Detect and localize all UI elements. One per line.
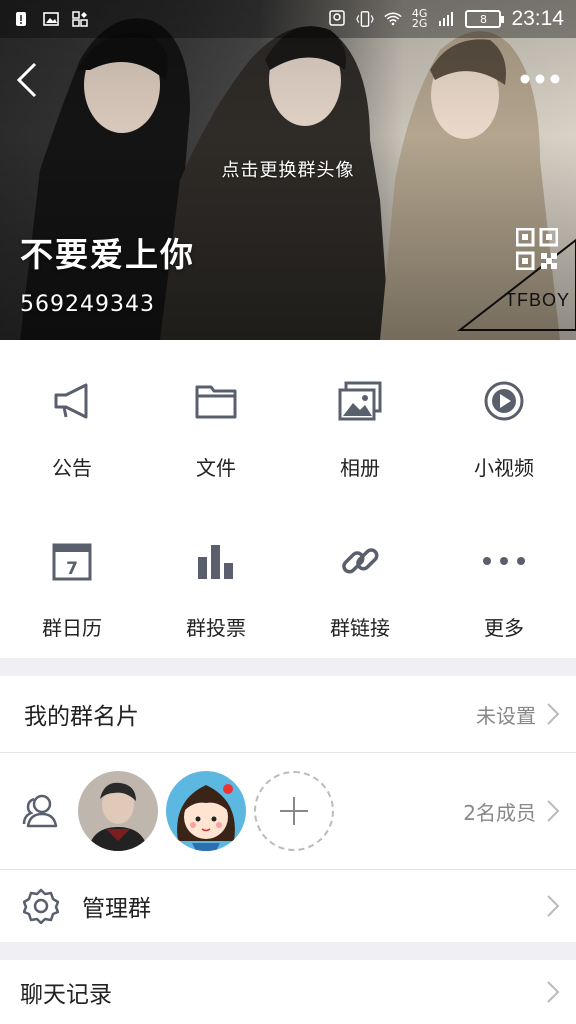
manage-group-title: 管理群 xyxy=(82,896,151,922)
feature-grid: 公告 文件 相册 小视频 7 群日历 群投票 群链接 更多 xyxy=(0,340,576,658)
gear-icon xyxy=(22,887,60,925)
bar-chart-icon xyxy=(193,538,239,584)
chevron-right-icon xyxy=(547,981,560,1003)
member-avatars xyxy=(78,771,334,851)
folder-icon xyxy=(193,378,239,424)
add-member-button[interactable] xyxy=(254,771,334,851)
feature-files[interactable]: 文件 xyxy=(144,340,288,500)
more-options-button[interactable] xyxy=(518,62,562,96)
manage-group-row[interactable]: 管理群 xyxy=(0,870,576,942)
feature-label: 公告 xyxy=(52,456,92,480)
members-icon xyxy=(20,791,60,831)
battery-level: 8 xyxy=(479,12,487,26)
avatar[interactable] xyxy=(166,771,246,851)
change-avatar-hint[interactable]: 点击更换群头像 xyxy=(0,156,576,182)
feature-group-calendar[interactable]: 7 群日历 xyxy=(0,500,144,658)
megaphone-icon xyxy=(49,378,95,424)
more-dots-icon xyxy=(520,74,560,84)
feature-short-video[interactable]: 小视频 xyxy=(432,340,576,500)
chat-history-title: 聊天记录 xyxy=(20,982,112,1008)
my-group-card-row[interactable]: 我的群名片 未设置 xyxy=(0,676,576,752)
feature-album[interactable]: 相册 xyxy=(288,340,432,500)
member-count: 2名成员 xyxy=(463,800,536,825)
group-name: 不要爱上你 xyxy=(20,235,195,274)
qr-code-button[interactable] xyxy=(515,227,559,271)
calendar-icon: 7 xyxy=(49,538,95,584)
feature-label: 文件 xyxy=(196,456,236,480)
photo-album-icon xyxy=(337,378,383,424)
feature-label: 群链接 xyxy=(330,616,390,640)
feature-label: 相册 xyxy=(340,456,380,480)
feature-label: 小视频 xyxy=(474,456,534,480)
notification-alert-icon xyxy=(12,10,30,28)
section-divider xyxy=(0,658,576,676)
group-header: 4G 2G 8 23:14 点击更换群头像 不要爱上你 569249343 TF… xyxy=(0,0,576,340)
link-icon xyxy=(337,538,383,584)
status-bar: 4G 2G 8 23:14 xyxy=(0,0,576,38)
video-play-icon xyxy=(481,378,527,424)
chevron-left-icon xyxy=(16,62,37,98)
location-icon xyxy=(328,10,346,28)
gallery-notification-icon xyxy=(42,10,60,28)
feature-label: 群投票 xyxy=(186,616,246,640)
feature-label: 群日历 xyxy=(42,616,102,640)
signal-strength-icon xyxy=(437,10,455,28)
apps-notification-icon xyxy=(72,10,90,28)
plus-icon xyxy=(280,797,308,825)
section-divider xyxy=(0,942,576,960)
clock: 23:14 xyxy=(511,7,564,30)
avatar[interactable] xyxy=(78,771,158,851)
back-button[interactable] xyxy=(10,60,44,100)
my-group-card-value: 未设置 xyxy=(476,703,536,728)
my-group-card-title: 我的群名片 xyxy=(24,704,139,730)
chevron-right-icon xyxy=(547,800,560,822)
battery-indicator: 8 xyxy=(465,10,505,28)
feature-group-vote[interactable]: 群投票 xyxy=(144,500,288,658)
qr-code-icon xyxy=(515,227,559,271)
photo-watermark: TFBOY xyxy=(504,290,570,310)
network-type-label: 4G 2G xyxy=(411,7,428,30)
vibrate-icon xyxy=(356,10,374,28)
wifi-icon xyxy=(384,10,402,28)
chat-history-row[interactable]: 聊天记录 xyxy=(0,960,576,1024)
feature-label: 更多 xyxy=(484,616,524,640)
more-dots-icon xyxy=(481,538,527,584)
group-id: 569249343 xyxy=(20,292,155,317)
members-row[interactable]: 2名成员 xyxy=(0,753,576,869)
feature-more[interactable]: 更多 xyxy=(432,500,576,658)
feature-announcement[interactable]: 公告 xyxy=(0,340,144,500)
chevron-right-icon xyxy=(547,703,560,725)
feature-group-link[interactable]: 群链接 xyxy=(288,500,432,658)
svg-text:7: 7 xyxy=(66,559,78,579)
chevron-right-icon xyxy=(547,895,560,917)
